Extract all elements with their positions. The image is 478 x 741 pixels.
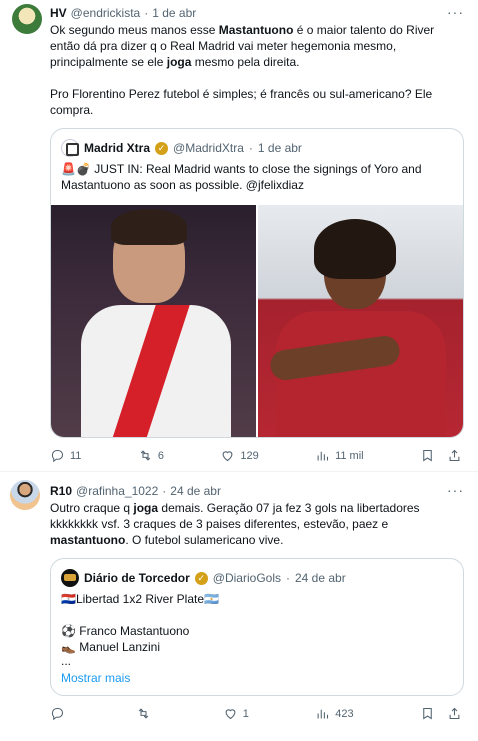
tweet-rafinha[interactable]: R10 @rafinha_1022 · 24 de abr ··· Outro … <box>0 472 478 741</box>
text-segment: Outro craque q <box>50 501 134 515</box>
reply-icon <box>51 449 64 463</box>
quote-header: Madrid Xtra ✓ @MadridXtra · 1 de abr <box>61 139 302 157</box>
views-count: 423 <box>335 707 354 720</box>
reply-count: 11 <box>70 449 82 462</box>
reply-button[interactable] <box>50 706 70 721</box>
text-bold: joga <box>133 501 159 515</box>
avatar[interactable] <box>10 480 40 510</box>
text-bold: joga <box>166 55 192 69</box>
quote-avatar[interactable] <box>61 569 79 587</box>
display-name[interactable]: HV <box>50 6 67 20</box>
tweet-date[interactable]: 1 de abr <box>152 6 196 20</box>
views-icon <box>317 709 329 719</box>
tweet-actions: 11 6 129 11 mil <box>50 448 462 463</box>
quote-handle[interactable]: @DiarioGols <box>213 571 281 585</box>
user-handle[interactable]: @endrickista <box>71 6 141 20</box>
reply-icon <box>51 707 64 721</box>
quote-date[interactable]: 24 de abr <box>295 571 346 585</box>
tweet-text-paragraph-2: Pro Florentino Perez futebol é simples; … <box>50 87 433 117</box>
like-icon <box>222 451 233 462</box>
retweet-count: 6 <box>157 449 164 462</box>
like-count: 129 <box>240 449 259 462</box>
bookmark-icon[interactable] <box>420 706 435 721</box>
quoted-tweet[interactable]: Madrid Xtra ✓ @MadridXtra · 1 de abr 🚨💣 … <box>50 128 464 438</box>
retweet-icon <box>140 450 151 461</box>
photo-yoro[interactable] <box>258 205 463 437</box>
media-grid[interactable] <box>51 205 463 437</box>
quote-line-4: ... <box>61 654 72 668</box>
show-more-link[interactable]: Mostrar mais <box>61 671 130 685</box>
separator-dot: · <box>144 6 149 20</box>
share-icon[interactable] <box>447 448 462 463</box>
retweet-button[interactable] <box>136 706 156 721</box>
quote-display-name[interactable]: Diário de Torcedor <box>84 571 190 585</box>
separator-dot: · <box>162 484 167 498</box>
more-icon[interactable]: ··· <box>447 482 464 498</box>
views-icon <box>317 451 329 461</box>
text-segment: mesmo pela direita. <box>191 55 300 69</box>
views-button[interactable]: 423 <box>315 706 354 721</box>
like-icon <box>225 709 236 720</box>
hair-shape <box>111 209 187 245</box>
quote-date[interactable]: 1 de abr <box>258 141 302 155</box>
share-icon[interactable] <box>447 706 462 721</box>
user-handle[interactable]: @rafinha_1022 <box>76 484 158 498</box>
text-bold: Mastantuono <box>218 23 294 37</box>
tweet-date[interactable]: 24 de abr <box>170 484 221 498</box>
tweet-actions: 1 423 <box>50 706 462 721</box>
quote-display-name[interactable]: Madrid Xtra <box>84 141 150 155</box>
display-name[interactable]: R10 <box>50 484 72 498</box>
tweet-text: Outro craque q joga demais. Geração 07 j… <box>50 500 462 548</box>
text-segment: Ok segundo meus manos esse <box>50 23 219 37</box>
verified-badge-icon: ✓ <box>155 141 169 155</box>
verified-badge-icon: ✓ <box>194 571 208 585</box>
views-count: 11 mil <box>335 449 364 462</box>
text-segment: . O futebol sulamericano vive. <box>125 533 284 547</box>
photo-mastantuono[interactable] <box>51 205 256 437</box>
like-button[interactable]: 1 <box>223 706 249 721</box>
retweet-button[interactable]: 6 <box>138 448 164 463</box>
hair-shape <box>314 219 396 279</box>
quote-line-1: 🇵🇾Libertad 1x2 River Plate🇦🇷 <box>61 592 219 606</box>
views-button[interactable]: 11 mil <box>315 448 364 463</box>
like-count: 1 <box>242 707 249 720</box>
separator-dot: · <box>248 141 253 155</box>
bookmark-icon[interactable] <box>420 448 435 463</box>
retweet-icon <box>139 708 149 719</box>
quote-header: Diário de Torcedor ✓ @DiarioGols · 24 de… <box>61 569 346 587</box>
quoted-tweet[interactable]: Diário de Torcedor ✓ @DiarioGols · 24 de… <box>50 558 464 696</box>
text-bold: mastantuono <box>50 533 126 547</box>
quote-avatar[interactable] <box>61 139 79 157</box>
tweet-endrickista[interactable]: HV @endrickista · 1 de abr ··· Ok segund… <box>0 0 478 472</box>
quote-text: 🚨💣 JUST IN: Real Madrid wants to close t… <box>61 162 422 192</box>
tweet-header: R10 @rafinha_1022 · 24 de abr <box>50 484 438 498</box>
tweet-text: Ok segundo meus manos esse Mastantuono é… <box>50 22 462 70</box>
tweet-extra-actions <box>420 448 462 463</box>
separator-dot: · <box>286 571 290 585</box>
quote-line-2: ⚽ Franco Mastantuono <box>61 624 190 638</box>
tweet-header: HV @endrickista · 1 de abr <box>50 6 438 20</box>
tweet-extra-actions <box>420 706 462 721</box>
avatar[interactable] <box>12 4 42 34</box>
like-button[interactable]: 129 <box>220 448 259 463</box>
reply-button[interactable]: 11 <box>50 448 81 463</box>
quote-handle[interactable]: @MadridXtra <box>173 141 244 155</box>
more-icon[interactable]: ··· <box>447 4 464 20</box>
